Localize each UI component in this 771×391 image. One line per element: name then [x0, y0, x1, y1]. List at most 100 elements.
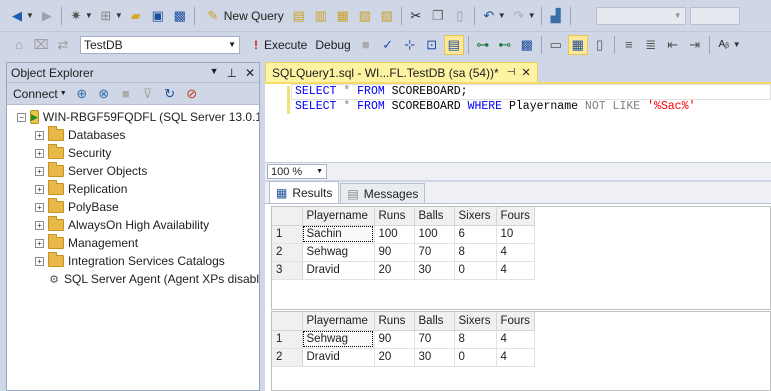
tree-item-agent[interactable]: ⚙ SQL Server Agent (Agent XPs disabl	[7, 270, 259, 288]
redo-icon[interactable]: ↷	[509, 6, 529, 26]
table-cell[interactable]: Dravid	[302, 261, 375, 280]
specify-values-icon[interactable]: Aᵦ	[714, 35, 734, 55]
table-cell[interactable]: 20	[374, 261, 415, 280]
display-estimated-plan-icon[interactable]: ⊹	[400, 35, 420, 55]
new-query-button[interactable]: ✎ New Query	[202, 6, 283, 26]
change-connection-icon[interactable]: ⇄	[53, 35, 73, 55]
table-cell[interactable]: Sachin	[302, 225, 375, 244]
table-cell[interactable]: 4	[496, 261, 535, 280]
table-cell[interactable]: 4	[496, 330, 535, 349]
table-cell[interactable]: 90	[374, 330, 415, 349]
connect-object-explorer-icon[interactable]: ⊕	[72, 84, 92, 104]
table-cell[interactable]: 30	[414, 261, 455, 280]
table-cell[interactable]: 90	[374, 243, 415, 262]
open-folder-icon[interactable]: ▰	[126, 6, 146, 26]
result-grid-2[interactable]: Playername Runs Balls Sixers Fours 1 Seh…	[271, 311, 771, 391]
expand-icon[interactable]: +	[35, 220, 44, 230]
tree-item[interactable]: + PolyBase	[7, 198, 259, 216]
column-header[interactable]: Fours	[496, 312, 535, 331]
expand-icon[interactable]: +	[35, 238, 44, 248]
parse-checkmark-icon[interactable]: ✓	[378, 35, 398, 55]
table-cell[interactable]: 6	[454, 225, 497, 244]
copy-icon[interactable]: ❐	[428, 6, 448, 26]
column-header[interactable]: Playername	[302, 312, 375, 331]
mdx-query-icon[interactable]: ▦	[333, 6, 353, 26]
stop-icon[interactable]: ■	[116, 84, 136, 104]
table-cell[interactable]: Sehwag	[302, 330, 375, 349]
table-cell[interactable]: 70	[414, 330, 455, 349]
expand-icon[interactable]: +	[35, 148, 44, 158]
collapse-icon[interactable]: −	[17, 112, 26, 122]
include-actual-plan-icon[interactable]: ⊶	[473, 35, 493, 55]
table-cell[interactable]: 8	[454, 243, 497, 262]
expand-icon[interactable]: +	[35, 202, 44, 212]
column-header[interactable]: Balls	[414, 207, 455, 226]
expand-icon[interactable]: +	[35, 130, 44, 140]
tree-item[interactable]: + Databases	[7, 126, 259, 144]
save-all-icon[interactable]: ▩	[170, 6, 190, 26]
forward-icon[interactable]: ▶	[37, 6, 57, 26]
tree-item[interactable]: + Integration Services Catalogs	[7, 252, 259, 270]
table-cell[interactable]: 0	[454, 348, 497, 367]
expand-icon[interactable]: +	[35, 166, 44, 176]
activity-monitor-icon[interactable]: ▟	[546, 6, 566, 26]
undo-dropdown-icon[interactable]: ▼	[498, 11, 506, 20]
debug-button[interactable]: Debug	[315, 38, 350, 52]
corner-cell[interactable]	[272, 207, 303, 226]
column-header[interactable]: Runs	[374, 312, 415, 331]
zoom-combo[interactable]: 100 % ▼	[267, 164, 327, 179]
table-cell[interactable]: Sehwag	[302, 243, 375, 262]
column-header[interactable]: Fours	[496, 207, 535, 226]
available-databases-combo[interactable]: TestDB ▼	[80, 35, 240, 54]
row-number[interactable]: 2	[272, 243, 303, 262]
increase-indent-icon[interactable]: ⇥	[685, 35, 705, 55]
query-designer-icon[interactable]: ⊡	[422, 35, 442, 55]
save-icon[interactable]: ▣	[148, 6, 168, 26]
table-cell[interactable]: 100	[414, 225, 455, 244]
dmx-query-icon[interactable]: ▧	[355, 6, 375, 26]
uncomment-icon[interactable]: ≣	[641, 35, 661, 55]
database-query-icon[interactable]: ▤	[289, 6, 309, 26]
table-cell[interactable]: 100	[374, 225, 415, 244]
solution-configuration-combo[interactable]: ▼	[595, 6, 686, 25]
live-query-stats-icon[interactable]: ⊷	[495, 35, 515, 55]
close-icon[interactable]: ✕	[245, 66, 255, 80]
toolbar-overflow-icon[interactable]: ▼	[733, 40, 741, 49]
pin-icon[interactable]: ⊣	[507, 67, 516, 78]
result-grid-1[interactable]: Playername Runs Balls Sixers Fours 1 Sac…	[271, 206, 771, 310]
table-cell[interactable]: 4	[496, 243, 535, 262]
table-cell[interactable]: 0	[454, 261, 497, 280]
tree-item[interactable]: + Security	[7, 144, 259, 162]
search-combo[interactable]	[689, 6, 740, 25]
xmla-query-icon[interactable]: ▨	[377, 6, 397, 26]
results-to-text-icon[interactable]: ▭	[546, 35, 566, 55]
analysis-query-icon[interactable]: ▥	[311, 6, 331, 26]
server-node[interactable]: − ▶ WIN-RBGF59FQDFL (SQL Server 13.0.16	[7, 108, 259, 126]
query-editor[interactable]: SELECT * FROM SCOREBOARD; SELECT * FROM …	[265, 82, 771, 162]
window-position-icon[interactable]: ▼	[210, 66, 219, 80]
cancel-query-icon[interactable]: ■	[356, 35, 376, 55]
row-number[interactable]: 3	[272, 261, 303, 280]
tree-item[interactable]: + Server Objects	[7, 162, 259, 180]
filter-icon[interactable]: ⊽	[138, 84, 158, 104]
connect-icon[interactable]: ⌂	[9, 35, 29, 55]
execute-button[interactable]: ! Execute	[254, 38, 307, 52]
close-icon[interactable]: ✕	[521, 66, 530, 79]
back-icon[interactable]: ◀	[7, 6, 27, 26]
comment-out-icon[interactable]: ≡	[619, 35, 639, 55]
column-header[interactable]: Sixers	[454, 207, 497, 226]
row-number[interactable]: 1	[272, 330, 303, 349]
table-cell[interactable]: 8	[454, 330, 497, 349]
refresh-icon[interactable]: ↻	[160, 84, 180, 104]
row-number[interactable]: 1	[272, 225, 303, 244]
column-header[interactable]: Sixers	[454, 312, 497, 331]
table-cell[interactable]: 30	[414, 348, 455, 367]
corner-cell[interactable]	[272, 312, 303, 331]
table-cell[interactable]: Dravid	[302, 348, 375, 367]
column-header[interactable]: Playername	[302, 207, 375, 226]
table-cell[interactable]: 10	[496, 225, 535, 244]
new-project-icon[interactable]: ✷	[66, 6, 86, 26]
column-header[interactable]: Balls	[414, 312, 455, 331]
disconnect-icon[interactable]: ⌧	[31, 35, 51, 55]
add-item-icon[interactable]: ⊞	[96, 6, 116, 26]
